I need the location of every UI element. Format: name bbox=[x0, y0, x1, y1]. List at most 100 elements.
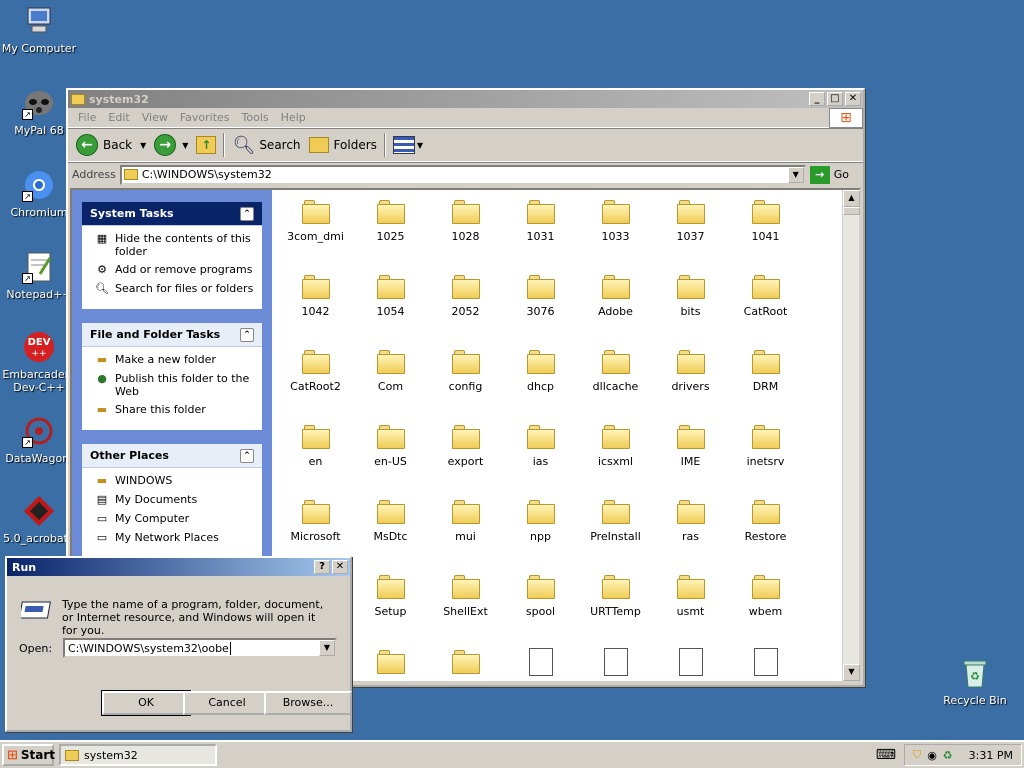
folder-item[interactable]: mui bbox=[428, 492, 503, 543]
scroll-thumb[interactable] bbox=[843, 207, 860, 215]
collapse-icon[interactable]: ⌃ bbox=[240, 448, 254, 463]
help-button[interactable]: ? bbox=[314, 560, 330, 574]
folder-item[interactable]: ias bbox=[503, 417, 578, 468]
task-add-remove-programs[interactable]: ⚙ Add or remove programs bbox=[94, 263, 254, 277]
minimize-button[interactable]: _ bbox=[809, 92, 825, 106]
folder-item[interactable]: 1025 bbox=[353, 192, 428, 243]
open-input[interactable]: C:\WINDOWS\system32\oobe bbox=[68, 641, 231, 655]
recycle-tray-icon[interactable]: ♻ bbox=[943, 749, 953, 762]
views-button[interactable]: ▼ bbox=[389, 131, 427, 159]
folder-item[interactable]: config bbox=[428, 342, 503, 393]
folder-item[interactable] bbox=[353, 642, 428, 680]
file-folder-tasks-header[interactable]: File and Folder Tasks ⌃ bbox=[82, 323, 262, 347]
address-dropdown-button[interactable]: ▼ bbox=[787, 166, 804, 183]
menu-view[interactable]: View bbox=[136, 111, 174, 124]
taskbar-item-system32[interactable]: system32 bbox=[59, 744, 217, 766]
folder-item[interactable]: inetsrv bbox=[728, 417, 803, 468]
open-dropdown-button[interactable]: ▼ bbox=[319, 640, 335, 656]
keyboard-icon[interactable]: ⌨ bbox=[876, 747, 896, 763]
chevron-down-icon[interactable]: ▼ bbox=[417, 141, 423, 150]
folder-item[interactable]: MsDtc bbox=[353, 492, 428, 543]
task-publish-web[interactable]: ● Publish this folder to the Web bbox=[94, 372, 254, 398]
folder-item[interactable]: export bbox=[428, 417, 503, 468]
go-arrow-icon[interactable]: → bbox=[809, 165, 830, 184]
other-places-header[interactable]: Other Places ⌃ bbox=[82, 444, 262, 468]
vertical-scrollbar[interactable]: ▲ ▼ bbox=[842, 190, 860, 681]
ok-button[interactable]: OK bbox=[101, 690, 191, 716]
folder-item[interactable]: Setup bbox=[353, 567, 428, 618]
folder-item[interactable]: 1028 bbox=[428, 192, 503, 243]
network-status-icon[interactable]: ◉ bbox=[927, 749, 937, 762]
open-combobox[interactable]: C:\WINDOWS\system32\oobe ▼ bbox=[63, 638, 337, 658]
folder-item[interactable]: Microsoft bbox=[278, 492, 353, 543]
folder-item[interactable]: 1041 bbox=[728, 192, 803, 243]
task-share-folder[interactable]: ▬ Share this folder bbox=[94, 403, 254, 417]
folders-button[interactable]: Folders bbox=[305, 131, 381, 159]
back-button[interactable]: ← Back ▼ bbox=[72, 131, 150, 159]
folder-item[interactable]: 2052 bbox=[428, 267, 503, 318]
file-item[interactable] bbox=[728, 642, 803, 681]
folder-item[interactable]: npp bbox=[503, 492, 578, 543]
folder-item[interactable]: dllcache bbox=[578, 342, 653, 393]
folder-item[interactable]: dhcp bbox=[503, 342, 578, 393]
folder-item[interactable]: en-US bbox=[353, 417, 428, 468]
start-button[interactable]: ⊞ Start bbox=[2, 744, 55, 766]
place-my-network-places[interactable]: ▭ My Network Places bbox=[94, 531, 254, 545]
folder-item[interactable]: 1042 bbox=[278, 267, 353, 318]
folder-item[interactable]: drivers bbox=[653, 342, 728, 393]
folder-item[interactable]: icsxml bbox=[578, 417, 653, 468]
close-button[interactable]: ✕ bbox=[332, 560, 348, 574]
folder-item[interactable]: 1054 bbox=[353, 267, 428, 318]
system-tasks-header[interactable]: System Tasks ⌃ bbox=[82, 202, 262, 226]
folder-item[interactable]: IME bbox=[653, 417, 728, 468]
task-hide-contents[interactable]: ▦ Hide the contents of this folder bbox=[94, 232, 254, 258]
folder-item[interactable]: PreInstall bbox=[578, 492, 653, 543]
folder-item[interactable]: 1037 bbox=[653, 192, 728, 243]
folder-item[interactable]: Restore bbox=[728, 492, 803, 543]
folder-item[interactable]: bits bbox=[653, 267, 728, 318]
folder-item[interactable]: DRM bbox=[728, 342, 803, 393]
run-titlebar[interactable]: Run ? ✕ bbox=[7, 558, 350, 576]
desktop-icon-my-computer[interactable]: My Computer bbox=[0, 4, 78, 55]
folder-item[interactable]: CatRoot bbox=[728, 267, 803, 318]
desktop-icon-recycle-bin[interactable]: ♻ Recycle Bin bbox=[936, 656, 1014, 707]
folder-item[interactable]: 1033 bbox=[578, 192, 653, 243]
place-my-documents[interactable]: ▤ My Documents bbox=[94, 493, 254, 507]
folder-item[interactable]: 1031 bbox=[503, 192, 578, 243]
explorer-titlebar[interactable]: system32 _ □ ✕ bbox=[68, 90, 863, 108]
file-item[interactable] bbox=[503, 642, 578, 681]
folder-item[interactable]: Com bbox=[353, 342, 428, 393]
folder-item[interactable]: ras bbox=[653, 492, 728, 543]
close-button[interactable]: ✕ bbox=[845, 92, 861, 106]
folder-item[interactable]: ShellExt bbox=[428, 567, 503, 618]
browse-button[interactable]: Browse... bbox=[264, 691, 352, 715]
up-folder-button[interactable]: ↑ bbox=[192, 131, 220, 159]
menu-help[interactable]: Help bbox=[275, 111, 312, 124]
search-button[interactable]: 🔍︎ Search bbox=[228, 131, 304, 159]
folder-item[interactable]: URTTemp bbox=[578, 567, 653, 618]
menu-favorites[interactable]: Favorites bbox=[174, 111, 236, 124]
address-input[interactable]: C:\WINDOWS\system32 ▼ bbox=[119, 164, 806, 185]
go-button[interactable]: Go bbox=[834, 168, 849, 181]
folder-item[interactable]: usmt bbox=[653, 567, 728, 618]
folder-item[interactable]: 3com_dmi bbox=[278, 192, 353, 243]
cancel-button[interactable]: Cancel bbox=[183, 691, 271, 715]
maximize-button[interactable]: □ bbox=[827, 92, 843, 106]
collapse-icon[interactable]: ⌃ bbox=[240, 327, 254, 342]
place-my-computer[interactable]: ▭ My Computer bbox=[94, 512, 254, 526]
menu-edit[interactable]: Edit bbox=[102, 111, 135, 124]
task-search-files[interactable]: 🔍︎ Search for files or folders bbox=[94, 282, 254, 296]
place-windows[interactable]: ▬ WINDOWS bbox=[94, 474, 254, 488]
chevron-down-icon[interactable]: ▼ bbox=[182, 141, 188, 150]
folder-item[interactable] bbox=[428, 642, 503, 680]
menu-tools[interactable]: Tools bbox=[236, 111, 275, 124]
scroll-down-button[interactable]: ▼ bbox=[843, 664, 860, 681]
file-item[interactable] bbox=[578, 642, 653, 681]
folder-item[interactable]: wbem bbox=[728, 567, 803, 618]
menu-file[interactable]: File bbox=[72, 111, 102, 124]
folder-item[interactable]: spool bbox=[503, 567, 578, 618]
folder-item[interactable]: CatRoot2 bbox=[278, 342, 353, 393]
folder-item[interactable]: Adobe bbox=[578, 267, 653, 318]
forward-button[interactable]: → ▼ bbox=[150, 131, 192, 159]
folder-item[interactable]: en bbox=[278, 417, 353, 468]
